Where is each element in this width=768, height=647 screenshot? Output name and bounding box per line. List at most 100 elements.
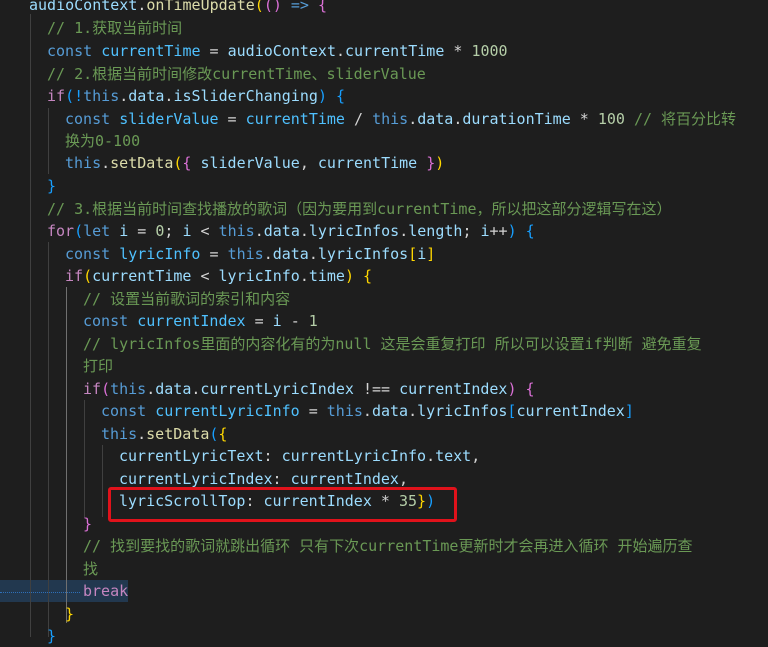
token: this [110, 380, 147, 398]
token: . [399, 222, 409, 240]
code-line-12: const lyricInfo = this.data.lyricInfos[i… [65, 243, 435, 265]
token: const [47, 42, 93, 60]
token: { [218, 425, 228, 443]
token: . [308, 245, 318, 263]
token: this [65, 154, 102, 172]
token: data [272, 245, 309, 263]
token: - [281, 312, 309, 330]
token: . [146, 380, 156, 398]
token: this [227, 245, 264, 263]
token: time [308, 267, 345, 285]
token: onTimeUpdate [146, 0, 255, 14]
token: this [101, 425, 138, 443]
token: const [101, 402, 147, 420]
code-line-24: } [83, 515, 93, 533]
token: . [137, 425, 147, 443]
token: < [191, 222, 219, 240]
indent-guide [30, 14, 31, 637]
token: ; [462, 222, 481, 240]
token: ( [83, 267, 93, 285]
fold-marker [0, 592, 80, 593]
token: const [65, 110, 111, 128]
indent-guide [102, 445, 103, 517]
token: ] [426, 245, 436, 263]
token: < [191, 267, 219, 285]
token: = [218, 110, 246, 128]
token: currentIndex [290, 470, 399, 488]
code-line-13: if(currentTime < lyricInfo.time) { [65, 265, 372, 287]
code-line-9: } [47, 177, 57, 195]
token: : [263, 447, 282, 465]
code-line-25: // 找到要找的歌词就跳出循环 只有下次currentTime更新时才会再进入循… [83, 537, 693, 555]
token: setData [110, 154, 174, 172]
token: currentTime [92, 267, 192, 285]
token: ) [507, 222, 526, 240]
code-line-19: const currentLyricInfo = this.data.lyric… [101, 400, 634, 422]
token: 100 [597, 110, 625, 128]
token: ( [74, 222, 84, 240]
token: data [263, 222, 300, 240]
token: currentIndex [516, 402, 625, 420]
token: setData [146, 425, 210, 443]
code-line-2: // 1.获取当前时间 [47, 19, 183, 37]
token: 1000 [471, 42, 508, 60]
token: lyricInfos [417, 402, 508, 420]
code-line-21: currentLyricText: currentLyricInfo.text, [119, 445, 480, 467]
token: lyricInfo [218, 267, 300, 285]
token: , [471, 447, 481, 465]
token: 1 [308, 312, 318, 330]
code-line-3: const currentTime = audioContext.current… [47, 40, 508, 62]
token: { [525, 380, 535, 398]
token: , [398, 470, 408, 488]
code-line-1: audioContext.onTimeUpdate(() => { [29, 0, 327, 16]
token: : [272, 470, 291, 488]
code-line-16: // lyricInfos里面的内容化有的为null 这是会重复打印 所以可以设… [83, 335, 702, 353]
token: { [336, 87, 346, 105]
token: i [417, 245, 427, 263]
code-line-14: // 设置当前歌词的索引和内容 [83, 290, 291, 308]
code-line-8: this.setData({ sliderValue, currentTime … [65, 152, 444, 174]
token: ) [435, 154, 445, 172]
token: i [480, 222, 490, 240]
indent-guide-active [66, 287, 67, 623]
token: this [83, 87, 120, 105]
token: audioContext [227, 42, 336, 60]
code-line-18: if(this.data.currentLyricIndex !== curre… [83, 378, 535, 400]
token: . [254, 222, 264, 240]
token: . [408, 402, 418, 420]
token: ) [507, 380, 526, 398]
token: ) [317, 87, 336, 105]
highlight-box [108, 487, 457, 522]
token: () [263, 0, 282, 14]
token: lyricInfos [308, 222, 400, 240]
token: . [336, 42, 346, 60]
token: , [299, 154, 318, 172]
code-line-10: // 3.根据当前时间查找播放的歌词（因为要用到currentTime，所以把这… [47, 200, 672, 218]
code-line-5: if(!this.data.isSliderChanging) { [47, 85, 345, 107]
code-line-7: 换为0-100 [65, 132, 141, 150]
token: => [281, 0, 318, 14]
token: currentIndex [399, 380, 508, 398]
token: currentTime [317, 154, 418, 172]
token: . [362, 402, 372, 420]
token: // 将百分比转 [633, 110, 737, 128]
code-line-17: 打印 [83, 357, 114, 375]
token: currentLyricIndex [119, 470, 273, 488]
token: !== [353, 380, 400, 398]
token: = [299, 402, 327, 420]
token: / [344, 110, 373, 128]
token: ; [164, 222, 183, 240]
token: data [371, 402, 409, 420]
code-editor[interactable]: audioContext.onTimeUpdate(() => { // 1.获… [0, 0, 768, 645]
token: ++ [489, 222, 508, 240]
token: if [65, 267, 84, 285]
token: currentTime [101, 42, 201, 60]
code-line-27: break [83, 582, 129, 600]
token: currentLyricInfo [281, 447, 427, 465]
